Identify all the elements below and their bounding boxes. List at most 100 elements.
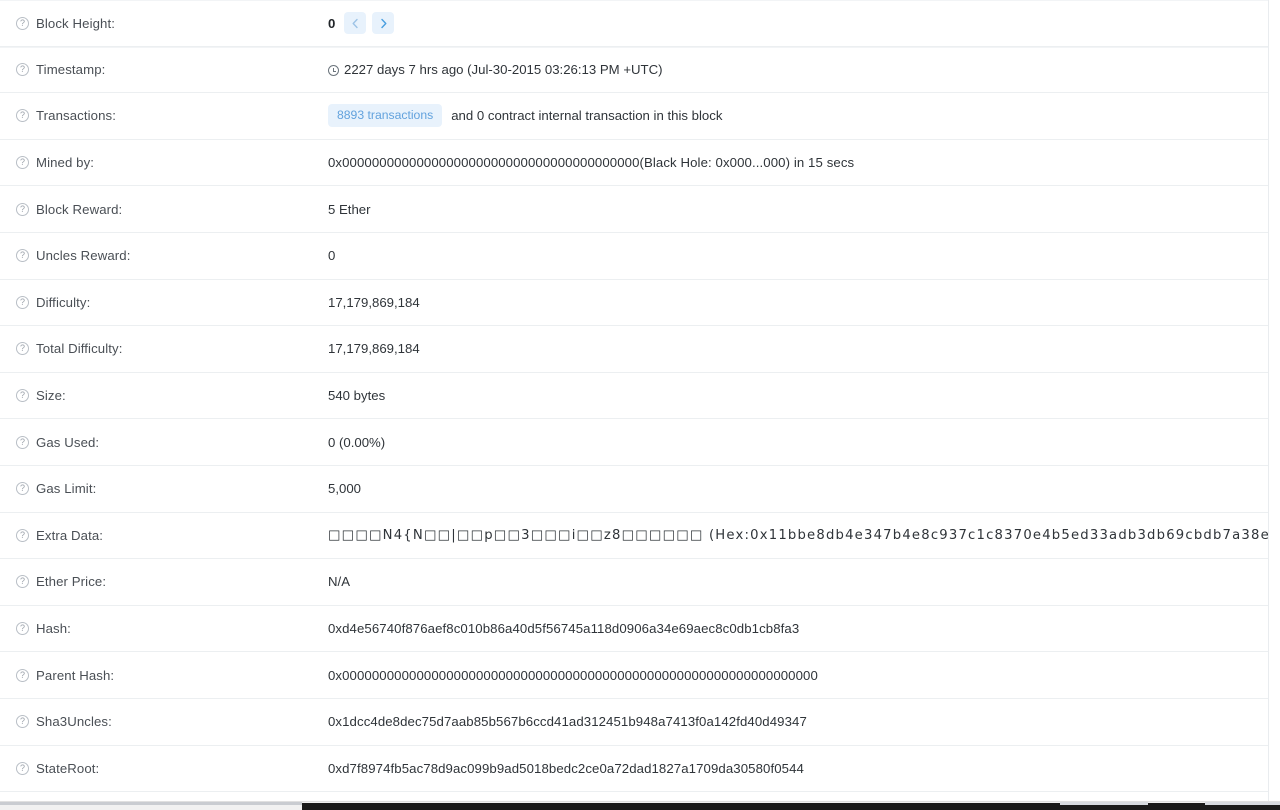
help-icon[interactable]: ? (16, 342, 29, 356)
label-cell-timestamp: ? Timestamp: (16, 62, 328, 77)
row-total-difficulty: ? Total Difficulty: 17,179,869,184 (0, 326, 1268, 373)
label-cell-ether-price: ? Ether Price: (16, 574, 328, 589)
row-label: Gas Limit: (36, 481, 97, 497)
value-cell-gas-used: 0 (0.00%) (328, 435, 1268, 450)
help-icon[interactable]: ? (16, 202, 29, 216)
value-cell-gas-limit: 5,000 (328, 481, 1268, 496)
label-cell-total-difficulty: ? Total Difficulty: (16, 341, 328, 356)
help-icon[interactable]: ? (16, 249, 29, 263)
block-height-value: 0 (328, 15, 336, 31)
row-sha3uncles: ? Sha3Uncles: 0x1dcc4de8dec75d7aab85b567b6… (0, 699, 1268, 746)
clock-icon (328, 65, 339, 77)
help-icon[interactable]: ? (16, 156, 29, 170)
block-details-page: ? Block Height: 0 ? Timestamp: 2227 days 7… (0, 0, 1280, 810)
value-cell-parent-hash: 0x00000000000000000000000000000000000000… (328, 668, 1268, 683)
value-cell-stateroot: 0xd7f8974fb5ac78d9ac099b9ad5018bedc2ce0a… (328, 761, 1268, 776)
value-cell-block-height: 0 (328, 12, 1268, 35)
value-cell-sha3uncles: 0x1dcc4de8dec75d7aab85b567b6ccd41ad31245… (328, 714, 1268, 729)
row-value: □□□□N4{N□□|□□p□□3□□□i□□z8□□□□□□ (Hex:0x1… (328, 527, 1268, 543)
label-cell-gas-used: ? Gas Used: (16, 435, 328, 450)
row-label: Ether Price: (36, 574, 107, 590)
help-icon[interactable]: ? (16, 668, 29, 682)
row-parent-hash: ? Parent Hash: 0x0000000000000000000000000… (0, 652, 1268, 699)
row-label: Sha3Uncles: (36, 714, 112, 730)
row-label: Block Height: (36, 15, 115, 31)
help-icon[interactable]: ? (16, 482, 29, 496)
value-cell-timestamp: 2227 days 7 hrs ago (Jul-30-2015 03:26:1… (328, 62, 1268, 77)
row-value: 0 (328, 248, 336, 264)
value-cell-ether-price: N/A (328, 574, 1268, 589)
row-label: Total Difficulty: (36, 341, 123, 357)
label-cell-extra-data: ? Extra Data: (16, 528, 328, 543)
row-value: 17,179,869,184 (328, 341, 420, 357)
row-hash: ? Hash: 0xd4e56740f876aef8c010b86a40d5f567… (0, 606, 1268, 653)
row-label: Difficulty: (36, 294, 91, 310)
row-gas-used: ? Gas Used: 0 (0.00%) (0, 419, 1268, 466)
value-cell-uncles-reward: 0 (328, 248, 1268, 263)
prev-block-button[interactable] (344, 12, 367, 35)
block-details-card: ? Block Height: 0 ? Timestamp: 2227 days 7… (0, 0, 1269, 810)
row-gas-limit: ? Gas Limit: 5,000 (0, 466, 1268, 513)
scrollbar-track-marker-b (1205, 802, 1280, 805)
value-cell-total-difficulty: 17,179,869,184 (328, 341, 1268, 356)
row-label: StateRoot: (36, 760, 100, 776)
row-difficulty: ? Difficulty: 17,179,869,184 (0, 280, 1268, 327)
help-icon[interactable]: ? (16, 63, 29, 77)
help-icon[interactable]: ? (16, 389, 29, 403)
row-label: Block Reward: (36, 201, 123, 217)
help-icon[interactable]: ? (16, 16, 29, 30)
label-cell-hash: ? Hash: (16, 621, 328, 636)
scrollbar-track-marker-a (1060, 802, 1148, 805)
label-cell-gas-limit: ? Gas Limit: (16, 481, 328, 496)
row-label: Uncles Reward: (36, 248, 131, 264)
help-icon[interactable]: ? (16, 109, 29, 123)
value-cell-difficulty: 17,179,869,184 (328, 295, 1268, 310)
label-cell-size: ? Size: (16, 388, 328, 403)
value-cell-block-reward: 5 Ether (328, 202, 1268, 217)
help-icon[interactable]: ? (16, 715, 29, 729)
transactions-count-badge[interactable]: 8893 transactions (328, 104, 443, 128)
row-value: 5 Ether (328, 201, 371, 217)
row-value: 0 (0.00%) (328, 434, 386, 450)
label-cell-stateroot: ? StateRoot: (16, 761, 328, 776)
row-label: Extra Data: (36, 527, 104, 543)
row-value: 0x00000000000000000000000000000000000000… (328, 667, 818, 683)
help-icon[interactable]: ? (16, 575, 29, 589)
row-stateroot: ? StateRoot: 0xd7f8974fb5ac78d9ac099b9ad50… (0, 746, 1268, 793)
scrollbar-track-left[interactable] (0, 802, 302, 805)
row-label: Timestamp: (36, 62, 106, 78)
row-value: N/A (328, 574, 350, 590)
row-mined-by: ? Mined by: 0x0000000000000000000000000000… (0, 140, 1268, 187)
row-value: and 0 contract internal transaction in t… (451, 108, 723, 124)
horizontal-scrollbar[interactable] (0, 801, 1280, 810)
row-extra-data: ? Extra Data: □□□□N4{N□□|□□p□□3□□□i□□z8□□□… (0, 513, 1268, 560)
row-value: 540 bytes (328, 388, 386, 404)
help-icon[interactable]: ? (16, 435, 29, 449)
value-cell-hash: 0xd4e56740f876aef8c010b86a40d5f56745a118… (328, 621, 1268, 636)
row-ether-price: ? Ether Price: N/A (0, 559, 1268, 606)
row-uncles-reward: ? Uncles Reward: 0 (0, 233, 1268, 280)
row-value: 0x00000000000000000000000000000000000000… (328, 155, 855, 171)
label-cell-block-height: ? Block Height: (16, 16, 328, 31)
value-cell-mined-by: 0x00000000000000000000000000000000000000… (328, 155, 1268, 170)
row-value: 0xd4e56740f876aef8c010b86a40d5f56745a118… (328, 621, 800, 637)
next-block-button[interactable] (372, 12, 395, 35)
row-timestamp: ? Timestamp: 2227 days 7 hrs ago (Jul-30-2… (0, 46, 1268, 94)
value-cell-transactions: 8893 transactions and 0 contract internal… (328, 104, 1268, 128)
label-cell-uncles-reward: ? Uncles Reward: (16, 248, 328, 263)
row-transactions: ? Transactions: 8893 transactions and 0 con… (0, 93, 1268, 140)
help-icon[interactable]: ? (16, 761, 29, 775)
chevron-left-icon (350, 18, 361, 29)
help-icon[interactable]: ? (16, 295, 29, 309)
row-label: Gas Used: (36, 434, 100, 450)
help-icon[interactable]: ? (16, 528, 29, 542)
row-label: Parent Hash: (36, 667, 115, 683)
row-value: 0xd7f8974fb5ac78d9ac099b9ad5018bedc2ce0a… (328, 760, 804, 776)
help-icon[interactable]: ? (16, 622, 29, 636)
row-label: Transactions: (36, 108, 116, 124)
row-value: 0x1dcc4de8dec75d7aab85b567b6ccd41ad31245… (328, 714, 807, 730)
label-cell-transactions: ? Transactions: (16, 108, 328, 123)
label-cell-parent-hash: ? Parent Hash: (16, 668, 328, 683)
row-value: 17,179,869,184 (328, 294, 420, 310)
value-cell-size: 540 bytes (328, 388, 1268, 403)
